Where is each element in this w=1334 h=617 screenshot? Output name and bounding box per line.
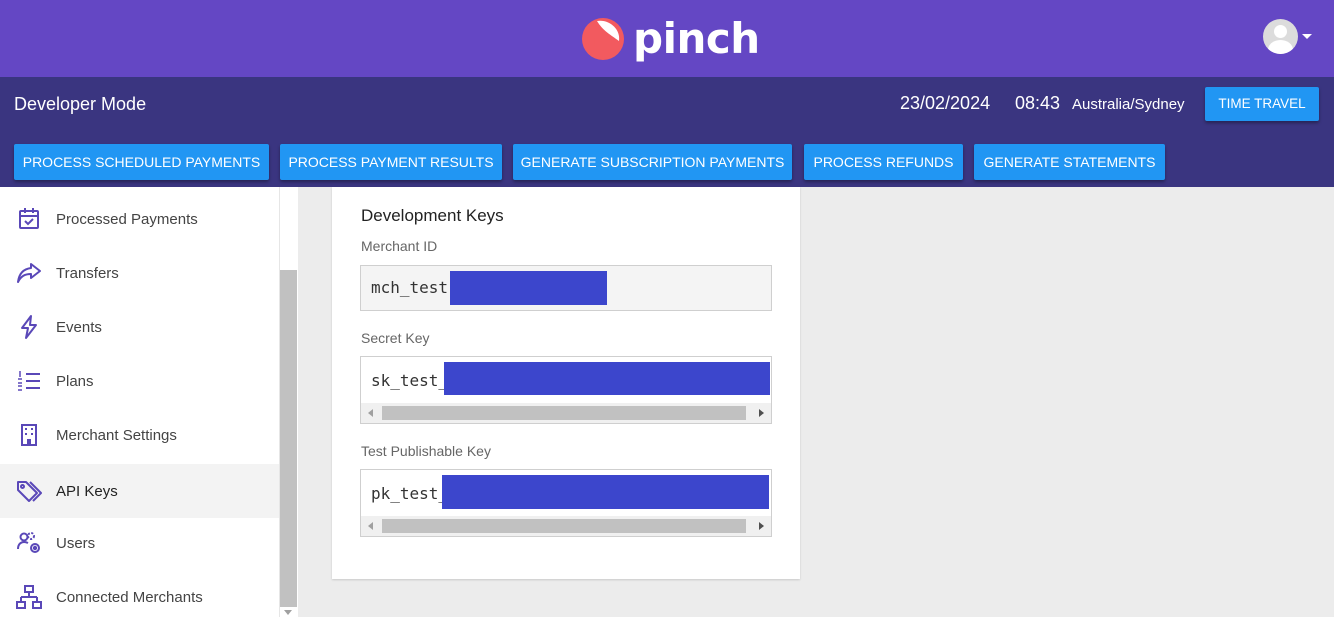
merchant-id-value: mch_test (371, 278, 449, 297)
pinch-logo[interactable]: pinch (581, 14, 760, 64)
sidebar-item-label: Merchant Settings (56, 426, 177, 444)
development-keys-card: Development Keys Merchant ID mch_test Se… (332, 187, 800, 579)
scroll-right-arrow-icon[interactable] (759, 409, 764, 417)
tags-icon (16, 478, 42, 504)
publishable-key-value: pk_test_ (371, 484, 449, 503)
sidebar-nav: Processed Payments Transfers Events Plan… (0, 187, 279, 617)
scroll-right-arrow-icon[interactable] (759, 522, 764, 530)
developer-mode-title: Developer Mode (14, 94, 147, 114)
redacted-secret-key (444, 362, 770, 395)
scroll-left-arrow-icon[interactable] (368, 522, 373, 530)
process-scheduled-payments-button[interactable]: PROCESS SCHEDULED PAYMENTS (14, 144, 269, 180)
sidebar-item-label: API Keys (56, 482, 118, 500)
merchant-id-label: Merchant ID (361, 238, 438, 254)
secret-key-scrollbar-thumb[interactable] (382, 406, 746, 420)
process-payment-results-button[interactable]: PROCESS PAYMENT RESULTS (280, 144, 502, 180)
sitemap-icon (16, 584, 42, 610)
publishable-key-scrollbar-thumb[interactable] (382, 519, 746, 533)
sidebar-item-label: Users (56, 534, 96, 552)
sidebar-item-transfers[interactable]: Transfers (0, 246, 279, 300)
current-date: 23/02/2024 (900, 93, 991, 113)
publishable-key-scrollbar[interactable] (361, 516, 771, 536)
sidebar-item-merchant-settings[interactable]: Merchant Settings (0, 408, 279, 462)
developer-mode-bar: Developer Mode 23/02/2024 08:43 Australi… (0, 77, 1334, 187)
sidebar-item-label: Plans (56, 372, 94, 390)
lightning-icon (16, 314, 42, 340)
current-time: 08:43 (1015, 93, 1061, 113)
redacted-publishable-key (442, 475, 769, 509)
user-avatar-icon[interactable] (1263, 19, 1298, 54)
redacted-merchant-id (450, 271, 607, 305)
sidebar-item-label: Events (56, 318, 102, 336)
scroll-down-arrow-icon[interactable] (284, 610, 292, 615)
sidebar-item-label: Processed Payments (56, 210, 198, 228)
user-menu[interactable] (1263, 19, 1312, 54)
generate-subscription-payments-button[interactable]: GENERATE SUBSCRIPTION PAYMENTS (513, 144, 792, 180)
secret-key-label: Secret Key (361, 330, 430, 346)
sidebar-item-processed-payments[interactable]: Processed Payments (0, 192, 279, 246)
process-refunds-button[interactable]: PROCESS REFUNDS (804, 144, 963, 180)
sidebar-item-plans[interactable]: Plans (0, 354, 279, 408)
sidebar-item-label: Connected Merchants (56, 588, 203, 606)
secret-key-value: sk_test_ (371, 371, 449, 390)
calendar-check-icon (16, 206, 42, 232)
sidebar-item-users[interactable]: Users (0, 516, 279, 570)
numbered-list-icon (16, 368, 42, 394)
caret-down-icon[interactable] (1302, 34, 1312, 39)
users-gear-icon (16, 530, 42, 556)
generate-statements-button[interactable]: GENERATE STATEMENTS (974, 144, 1165, 180)
timezone-label: Australia/Sydney (1072, 96, 1185, 113)
sidebar-item-events[interactable]: Events (0, 300, 279, 354)
building-icon (16, 422, 42, 448)
share-arrow-icon (16, 260, 42, 286)
sidebar-scrollbar-thumb[interactable] (280, 270, 297, 607)
sidebar-item-api-keys[interactable]: API Keys (0, 464, 279, 518)
sidebar-item-connected-merchants[interactable]: Connected Merchants (0, 570, 279, 617)
time-travel-button[interactable]: TIME TRAVEL (1205, 87, 1319, 121)
sidebar-item-label: Transfers (56, 264, 119, 282)
publishable-key-label: Test Publishable Key (361, 443, 491, 459)
pinch-logo-icon (582, 18, 624, 60)
top-header: pinch (0, 0, 1334, 77)
scroll-left-arrow-icon[interactable] (368, 409, 373, 417)
publishable-key-field[interactable]: pk_test_ (360, 469, 772, 537)
secret-key-field[interactable]: sk_test_ (360, 356, 772, 424)
brand-name: pinch (633, 14, 760, 63)
secret-key-scrollbar[interactable] (361, 403, 771, 423)
merchant-id-field[interactable]: mch_test (360, 265, 772, 311)
card-title: Development Keys (361, 206, 504, 225)
